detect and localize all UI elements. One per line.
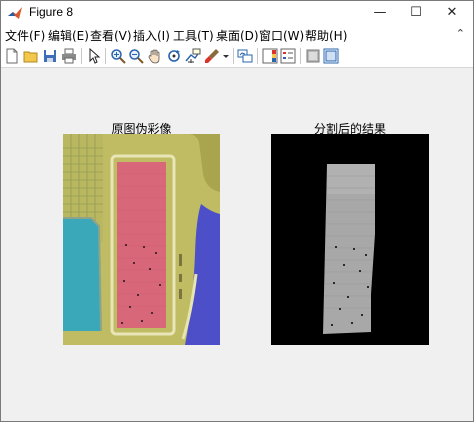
pan-icon[interactable] (147, 48, 163, 64)
print-icon[interactable] (61, 48, 77, 64)
data-cursor-icon[interactable] (185, 48, 201, 64)
axes-original-pseudocolor-image[interactable] (63, 134, 220, 345)
menu-view[interactable]: 查看(V) (90, 27, 132, 44)
open-file-icon[interactable] (23, 48, 39, 64)
menu-desktop[interactable]: 桌面(D) (216, 27, 259, 44)
colorbar-icon[interactable] (262, 48, 278, 64)
toolbar-separator (257, 48, 258, 64)
save-icon[interactable] (42, 48, 58, 64)
link-plot-icon[interactable] (237, 48, 253, 64)
menu-file[interactable]: 文件(F) (5, 27, 45, 44)
window-title: Figure 8 (29, 5, 74, 19)
menu-bar: 文件(F) 编辑(E) 查看(V) 插入(I) 工具(T) 桌面(D) 窗口(W… (1, 25, 473, 45)
menu-tools[interactable]: 工具(T) (173, 27, 214, 44)
brush-dropdown-icon[interactable] (222, 48, 230, 64)
hide-plot-tools-icon[interactable] (305, 48, 321, 64)
zoom-in-icon[interactable] (110, 48, 126, 64)
toolbar-separator (105, 48, 106, 64)
show-plot-tools-icon[interactable] (323, 48, 339, 64)
menu-insert[interactable]: 插入(I) (133, 27, 170, 44)
menu-expand-icon[interactable]: ⌃ (456, 27, 465, 40)
figure-canvas[interactable]: 原图伪彩像 分割后的结果 (1, 68, 473, 421)
axes-segmented-result[interactable] (271, 134, 429, 345)
rotate-3d-icon[interactable] (166, 48, 182, 64)
pseudocolor-image (63, 134, 220, 345)
brush-icon[interactable] (204, 48, 220, 64)
title-bar[interactable]: Figure 8 — ☐ ✕ (1, 1, 473, 25)
figure-toolbar (1, 45, 473, 68)
toolbar-separator (81, 48, 82, 64)
close-button[interactable]: ✕ (429, 1, 474, 25)
toolbar-separator (300, 48, 301, 64)
menu-edit[interactable]: 编辑(E) (48, 27, 89, 44)
zoom-out-icon[interactable] (128, 48, 144, 64)
pointer-icon[interactable] (86, 48, 102, 64)
menu-help[interactable]: 帮助(H) (305, 27, 347, 44)
matlab-icon (8, 7, 22, 19)
figure-window: Figure 8 — ☐ ✕ 文件(F) 编辑(E) 查看(V) 插入(I) 工… (0, 0, 474, 422)
new-figure-icon[interactable] (4, 48, 20, 64)
toolbar-separator (233, 48, 234, 64)
menu-window[interactable]: 窗口(W) (259, 27, 304, 44)
legend-icon[interactable] (280, 48, 296, 64)
segmented-image (271, 134, 429, 345)
